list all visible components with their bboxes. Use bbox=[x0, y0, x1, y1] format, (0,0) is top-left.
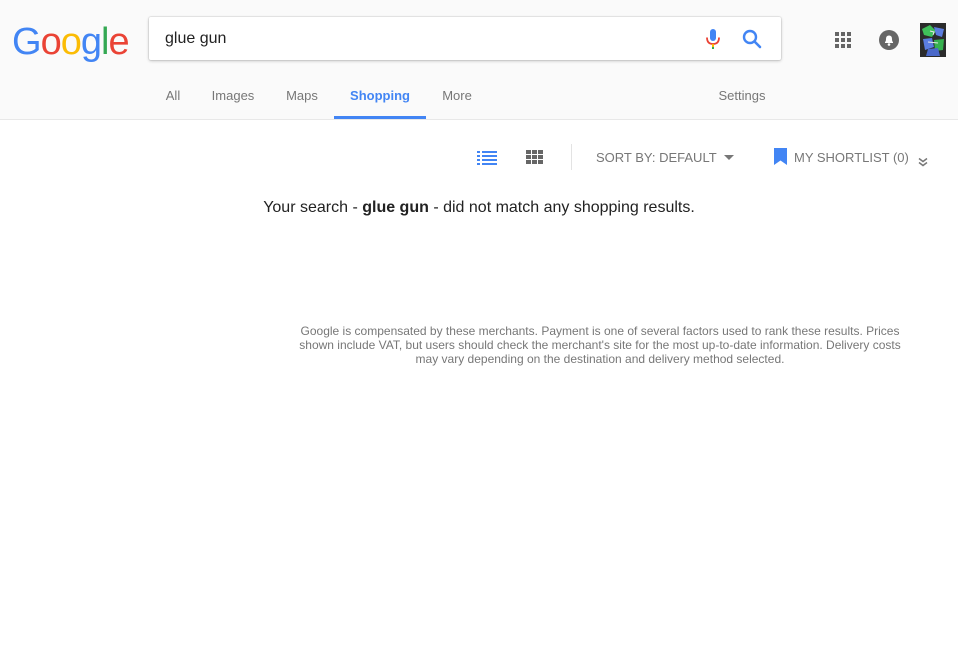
no-results-query: glue gun bbox=[362, 199, 429, 216]
search-input[interactable] bbox=[165, 17, 685, 60]
caret-down-icon bbox=[723, 155, 734, 161]
list-view-icon[interactable] bbox=[477, 151, 497, 165]
tab-more[interactable]: More bbox=[442, 78, 472, 116]
logo-letter: o bbox=[40, 21, 62, 63]
logo-letter: o bbox=[60, 21, 82, 63]
sort-dropdown[interactable]: SORT BY: DEFAULT bbox=[596, 149, 734, 167]
tab-maps[interactable]: Maps bbox=[286, 78, 318, 116]
logo-letter: G bbox=[12, 21, 42, 63]
logo-letter: l bbox=[100, 21, 110, 63]
grid-view-icon[interactable] bbox=[526, 150, 544, 166]
shortlist-label: MY SHORTLIST (0) bbox=[794, 150, 909, 165]
no-results-message: Your search - glue gun - did not match a… bbox=[0, 198, 958, 218]
merchant-disclaimer: Google is compensated by these merchants… bbox=[299, 324, 901, 366]
search-nav-tabs: All Images Maps Shopping More Settings bbox=[0, 78, 958, 119]
bookmark-icon bbox=[774, 148, 787, 166]
search-box bbox=[149, 17, 781, 60]
no-results-prefix: Your search - bbox=[263, 199, 363, 216]
toolbar-divider bbox=[571, 144, 572, 170]
tab-settings[interactable]: Settings bbox=[718, 78, 766, 116]
apps-grid-icon[interactable] bbox=[833, 30, 853, 50]
header: Google glue gun All Images Maps Shopping… bbox=[0, 0, 958, 120]
google-logo[interactable]: Google bbox=[12, 20, 130, 64]
shopping-toolbar: SORT BY: DEFAULT MY SHORTLIST (0) bbox=[0, 140, 958, 174]
microphone-icon[interactable] bbox=[703, 28, 723, 50]
tab-all[interactable]: All bbox=[165, 78, 181, 116]
shortlist-button[interactable]: MY SHORTLIST (0) bbox=[774, 148, 928, 168]
no-results-suffix: - did not match any shopping results. bbox=[428, 199, 695, 216]
tab-shopping[interactable]: Shopping bbox=[334, 78, 426, 119]
search-icon[interactable] bbox=[741, 28, 763, 50]
logo-letter: e bbox=[108, 21, 129, 63]
notifications-icon[interactable] bbox=[878, 29, 900, 51]
sort-label: SORT BY: DEFAULT bbox=[596, 150, 717, 165]
logo-letter: g bbox=[80, 21, 102, 63]
double-chevron-down-icon bbox=[918, 153, 928, 166]
account-avatar[interactable] bbox=[920, 23, 946, 57]
tab-images[interactable]: Images bbox=[211, 78, 255, 116]
